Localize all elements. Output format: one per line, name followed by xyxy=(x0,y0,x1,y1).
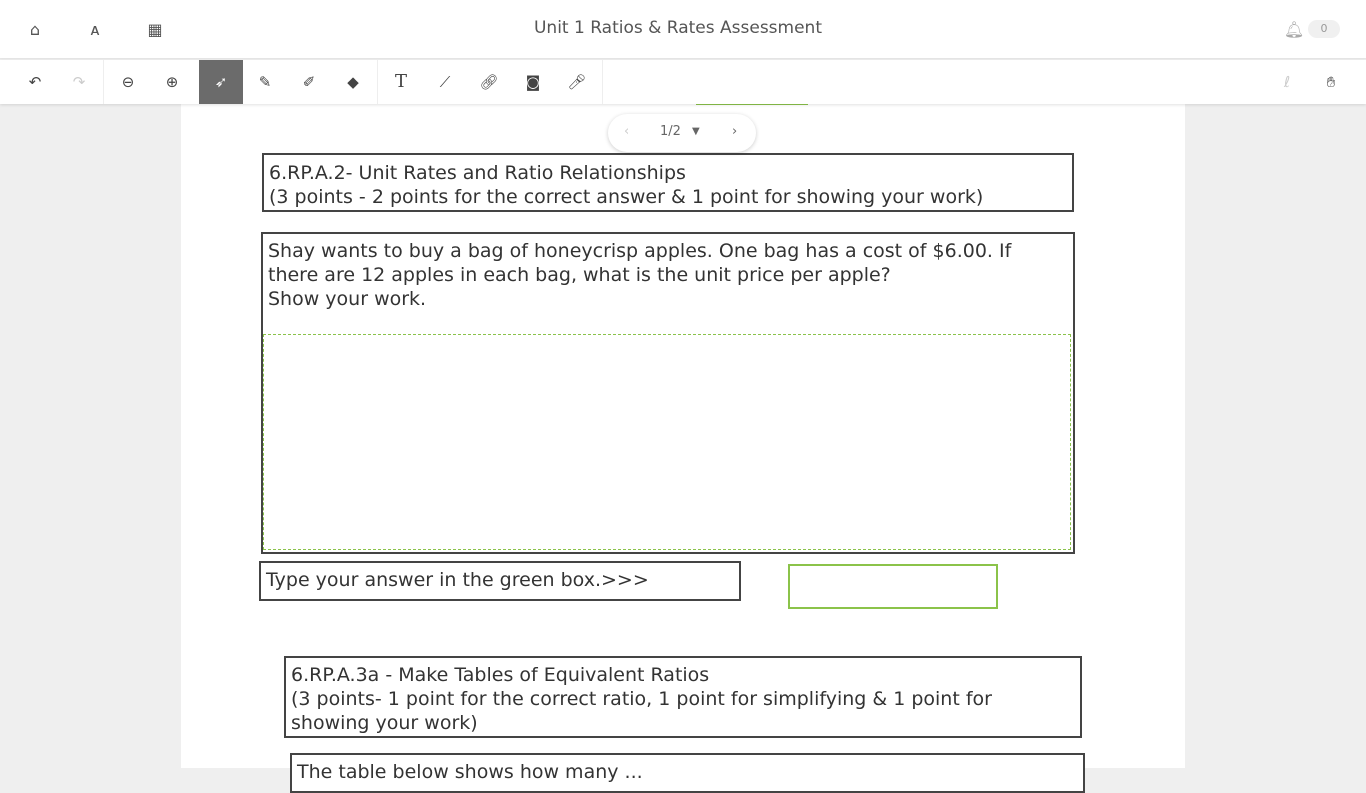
question-2-points: (3 points- 1 point for the correct ratio… xyxy=(291,688,992,734)
page-navigator: ‹ 1/2 ▼ › xyxy=(608,114,756,152)
answer-prompt: Type your answer in the green box.>>> xyxy=(266,569,649,591)
zoom-out-icon[interactable]: ⊖ xyxy=(106,60,150,104)
select-tool-icon[interactable]: ➶ xyxy=(199,60,243,104)
prev-page-icon[interactable]: ‹ xyxy=(624,124,629,139)
zoom-in-icon[interactable]: ⊕ xyxy=(150,60,194,104)
question-1-show-work: Show your work. xyxy=(268,288,427,310)
question-2-title: 6.RP.A.3a - Make Tables of Equivalent Ra… xyxy=(291,664,710,686)
question-2-header: 6.RP.A.3a - Make Tables of Equivalent Ra… xyxy=(284,656,1082,738)
highlighter-icon[interactable]: ✐ xyxy=(287,60,331,104)
microphone-icon[interactable]: 🎤︎ xyxy=(555,60,599,104)
question-1-header: 6.RP.A.2- Unit Rates and Ratio Relations… xyxy=(262,153,1074,212)
redo-icon[interactable]: ↷ xyxy=(57,60,101,104)
question-2-text: The table below shows how many ... xyxy=(297,761,643,783)
page-number[interactable]: 1/2 xyxy=(660,124,681,139)
signature-icon[interactable]: ℓ xyxy=(1265,60,1309,104)
pen-icon[interactable]: ✎ xyxy=(243,60,287,104)
hand-pan-icon[interactable]: ✋︎ xyxy=(1309,60,1353,104)
eraser-icon[interactable]: ◆ xyxy=(331,60,375,104)
question-1-box: Shay wants to buy a bag of honeycrisp ap… xyxy=(261,232,1075,554)
top-bar: ⌂ ᴀ ▦ Unit 1 Ratios & Rates Assessment 🔔… xyxy=(0,0,1366,59)
answer-prompt-box: Type your answer in the green box.>>> xyxy=(259,561,741,601)
work-area-input[interactable] xyxy=(263,334,1071,550)
bell-icon[interactable]: 🔔︎ xyxy=(1282,18,1306,42)
question-2-box: The table below shows how many ... xyxy=(290,753,1085,793)
question-1-text: Shay wants to buy a bag of honeycrisp ap… xyxy=(268,240,1012,286)
camera-icon[interactable]: ◙ xyxy=(511,60,555,104)
notification-count[interactable]: 0 xyxy=(1308,20,1340,38)
page-dropdown-icon[interactable]: ▼ xyxy=(692,126,700,137)
next-page-icon[interactable]: › xyxy=(732,124,737,139)
line-tool-icon[interactable]: ⟋ xyxy=(423,60,467,104)
question-1-points: (3 points - 2 points for the correct ans… xyxy=(269,186,984,208)
page-title: Unit 1 Ratios & Rates Assessment xyxy=(533,18,822,38)
question-1-title: 6.RP.A.2- Unit Rates and Ratio Relations… xyxy=(269,162,686,184)
text-tool-icon[interactable]: T xyxy=(379,60,423,104)
answer-input[interactable] xyxy=(788,564,998,609)
annotation-toolbar: ↶ ↷ ⊖ ⊕ ➶ ✎ ✐ ◆ T ⟋ 🔗︎ ◙ 🎤︎ ℓ ✋︎ xyxy=(0,60,1366,104)
link-icon[interactable]: 🔗︎ xyxy=(467,60,511,104)
undo-icon[interactable]: ↶ xyxy=(13,60,57,104)
